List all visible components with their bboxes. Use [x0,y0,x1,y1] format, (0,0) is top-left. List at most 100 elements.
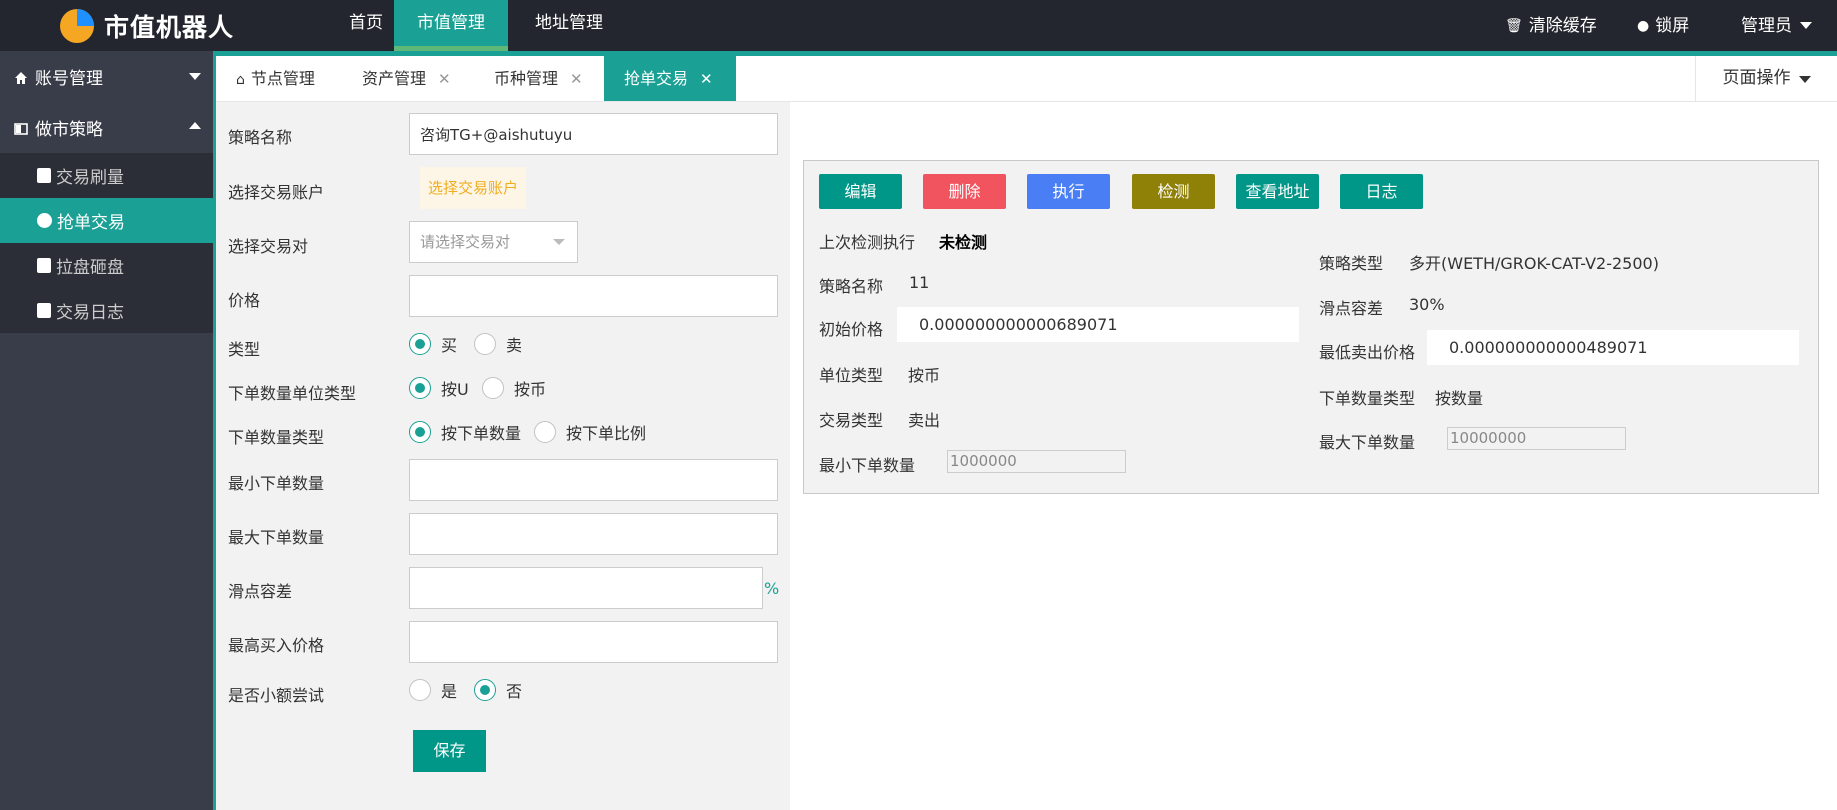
min-sell-price-value: 0.000000000000489071 [1427,330,1799,365]
radio-checked-icon [409,421,431,443]
unit-coin-radio[interactable]: 按币 [482,376,546,400]
delete-button[interactable]: 删除 [923,174,1006,209]
tab-asset-management[interactable]: 资产管理 ✕ [342,56,476,101]
sidebar-item-trade-volume[interactable]: 交易刷量 [0,153,213,198]
last-check-value: 未检测 [939,233,988,252]
radio-label: 按U [441,380,469,399]
edit-button[interactable]: 编辑 [819,174,902,209]
tab-snipe-trade[interactable]: 抢单交易 ✕ [604,56,736,101]
lock-screen-button[interactable]: ● 锁屏 [1637,0,1689,51]
top-header: 市值机器人 首页 市值管理 地址管理 🗑 清除缓存 ● 锁屏 管理员 [0,0,1837,51]
qty-type-label: 下单数量类型 [228,428,325,447]
radio-label: 买 [441,336,458,355]
min-qty-input[interactable] [409,459,778,501]
tab-coin-management[interactable]: 币种管理 ✕ [474,56,608,101]
strategy-detail-panel: 编辑 删除 执行 检测 查看地址 日志 上次检测执行 未检测 策略类型 多开(W… [790,102,1837,810]
sidebar-item-label: 交易刷量 [56,168,124,188]
price-label: 价格 [228,291,261,310]
clipboard-icon [37,303,51,318]
unit-type-label: 下单数量单位类型 [228,384,357,403]
radio-label: 按币 [514,380,547,399]
chevron-down-icon [1798,76,1811,83]
sidebar-item-label: 交易日志 [56,303,124,323]
clear-cache-button[interactable]: 🗑 清除缓存 [1505,0,1597,51]
radio-label: 是 [441,682,458,701]
save-button[interactable]: 保存 [413,730,486,772]
type-sell-radio[interactable]: 卖 [474,332,522,356]
page-operations-label: 页面操作 [1722,68,1791,88]
strategy-form: 策略名称 选择交易账户 选择交易账户 选择交易对 请选择交易对 价格 类型 买 … [216,102,790,810]
strategy-name-input[interactable] [409,113,778,155]
sidebar-group-account[interactable]: 账号管理 [0,51,213,102]
radio-unchecked-icon [409,679,431,701]
close-icon[interactable]: ✕ [438,70,451,88]
small-try-yes-radio[interactable]: 是 [409,678,457,702]
lock-icon: ● [1637,17,1650,34]
sidebar-group-label: 做市策略 [35,120,103,140]
radio-label: 卖 [506,336,523,355]
chevron-down-icon [189,73,201,80]
unit-type-detail-value: 按币 [908,366,941,385]
radio-label: 按下单数量 [441,424,522,443]
small-try-no-radio[interactable]: 否 [474,678,522,702]
admin-menu[interactable]: 管理员 [1741,0,1812,51]
trading-pair-placeholder: 请选择交易对 [420,233,511,251]
max-qty-input[interactable] [409,513,778,555]
execute-button[interactable]: 执行 [1027,174,1110,209]
pair-label: 选择交易对 [228,237,309,256]
qty-by-ratio-radio[interactable]: 按下单比例 [534,420,646,444]
qty-by-amount-radio[interactable]: 按下单数量 [409,420,521,444]
sidebar-item-trade-log[interactable]: 交易日志 [0,288,213,333]
max-buy-price-input[interactable] [409,621,778,663]
unit-type-detail-label: 单位类型 [819,366,884,385]
qty-type-detail-label: 下单数量类型 [1319,389,1416,408]
strategy-type-label: 策略类型 [1319,254,1384,273]
tab-label: 抢单交易 [624,69,689,88]
init-price-value: 0.000000000000689071 [897,307,1299,342]
unit-u-radio[interactable]: 按U [409,376,469,400]
check-button[interactable]: 检测 [1132,174,1215,209]
circle-icon [37,213,52,228]
logo-text: 市值机器人 [104,13,235,42]
close-icon[interactable]: ✕ [570,70,583,88]
topnav-market-cap[interactable]: 市值管理 [394,0,508,51]
trade-type-label: 交易类型 [819,411,884,430]
clipboard-icon [37,168,51,183]
home-icon [14,70,28,84]
lock-screen-label: 锁屏 [1655,15,1690,36]
log-button[interactable]: 日志 [1340,174,1423,209]
strategy-card: 编辑 删除 执行 检测 查看地址 日志 上次检测执行 未检测 策略类型 多开(W… [803,160,1819,494]
tab-label: 资产管理 [362,69,427,88]
max-qty-detail-value: 10000000 [1447,427,1626,450]
tab-bar: ⌂ 节点管理 资产管理 ✕ 币种管理 ✕ 抢单交易 ✕ 页面操作 [216,51,1837,102]
max-qty-label: 最大下单数量 [228,528,325,547]
sidebar-item-pump-dump[interactable]: 拉盘砸盘 [0,243,213,288]
tab-node-management[interactable]: ⌂ 节点管理 [216,56,336,101]
trash-icon: 🗑 [1505,17,1523,34]
radio-checked-icon [474,679,496,701]
radio-checked-icon [409,377,431,399]
sidebar-group-strategy[interactable]: 做市策略 [0,102,213,153]
qty-type-detail-value: 按数量 [1435,389,1484,408]
topnav-address[interactable]: 地址管理 [526,0,612,51]
min-qty-detail-label: 最小下单数量 [819,456,916,475]
detail-name-value: 11 [909,273,930,292]
min-qty-label: 最小下单数量 [228,474,325,493]
chevron-up-icon [189,122,201,129]
slippage-input[interactable] [409,567,763,609]
page-operations-menu[interactable]: 页面操作 [1695,56,1837,101]
strategy-type-value: 多开(WETH/GROK-CAT-V2-2500) [1409,254,1659,273]
trading-pair-select[interactable]: 请选择交易对 [409,221,578,263]
admin-label: 管理员 [1741,15,1792,36]
radio-unchecked-icon [482,377,504,399]
detail-name-label: 策略名称 [819,277,884,296]
small-try-label: 是否小额尝试 [228,686,325,705]
logo[interactable]: 市值机器人 [60,6,234,46]
view-address-button[interactable]: 查看地址 [1236,174,1319,209]
min-qty-detail-value: 1000000 [947,450,1126,473]
type-buy-radio[interactable]: 买 [409,332,457,356]
close-icon[interactable]: ✕ [700,70,713,88]
select-account-button[interactable]: 选择交易账户 [420,167,526,209]
price-input[interactable] [409,275,778,317]
sidebar-item-snipe-trade[interactable]: 抢单交易 [0,198,213,243]
